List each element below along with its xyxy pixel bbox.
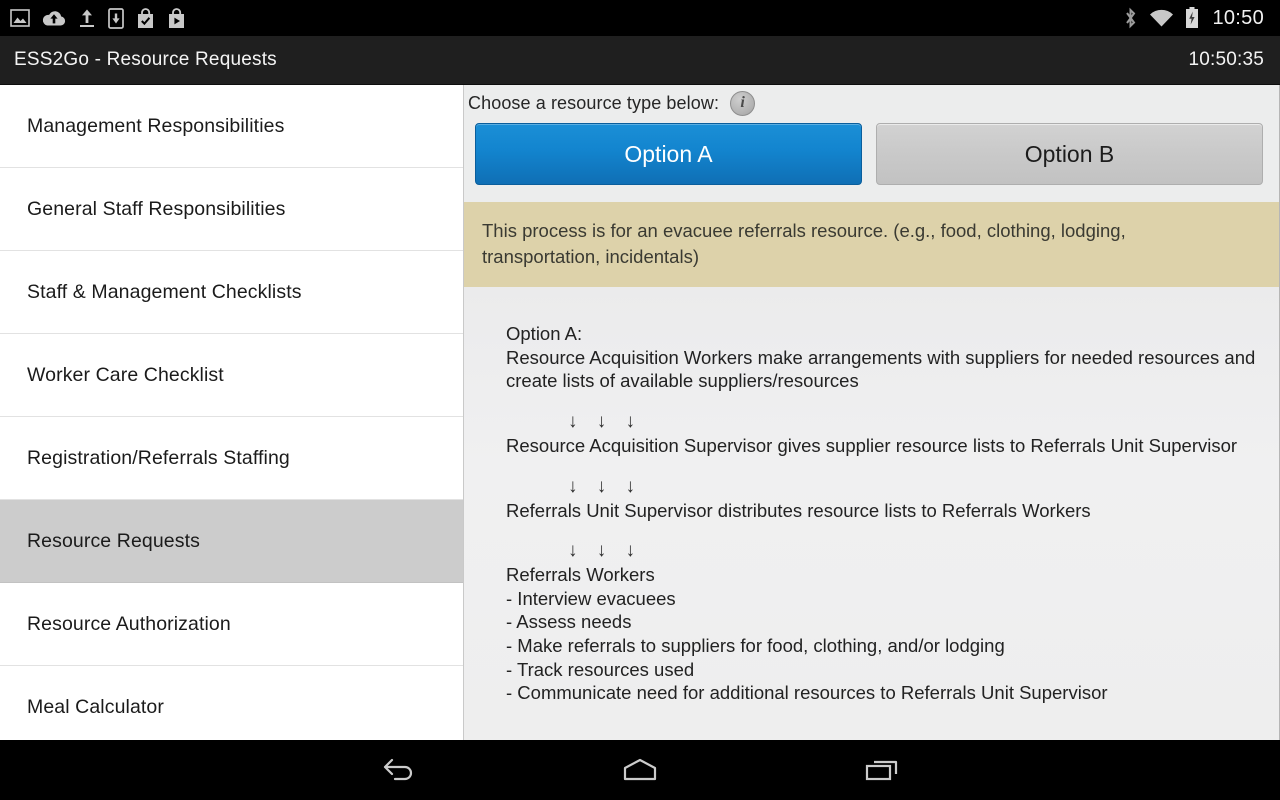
sidebar-item-label: Worker Care Checklist — [27, 363, 224, 386]
flow-step-4-title: Referrals Workers — [506, 564, 655, 586]
bluetooth-icon — [1126, 7, 1136, 29]
flow-step-3: Referrals Unit Supervisor distributes re… — [506, 499, 1091, 521]
chooser-label: Choose a resource type below: — [468, 92, 720, 113]
action-bar-clock: 10:50:35 — [1188, 49, 1264, 70]
cloud-upload-icon — [42, 11, 66, 26]
action-bar: ESS2Go - Resource Requests 10:50:35 — [0, 36, 1280, 85]
info-icon[interactable]: i — [730, 90, 756, 116]
store-play-icon — [169, 7, 184, 28]
status-notification-icons — [10, 7, 186, 29]
down-arrows-icon-1: ↓ ↓ ↓ — [568, 411, 643, 433]
recents-icon — [865, 760, 898, 781]
sidebar-item-registration-referrals-staffing[interactable]: Registration/Referrals Staffing — [0, 417, 463, 500]
battery-charging-icon — [1186, 7, 1199, 28]
flow-step-4-bullet: - Make referrals to suppliers for food, … — [506, 635, 1005, 657]
down-arrows-icon-2: ↓ ↓ ↓ — [568, 475, 643, 497]
back-button[interactable] — [362, 746, 434, 794]
sidebar-item-label: Management Responsibilities — [27, 114, 285, 137]
sidebar-item-label: General Staff Responsibilities — [27, 197, 286, 220]
sidebar-item-resource-authorization[interactable]: Resource Authorization — [0, 583, 463, 666]
chooser-row: Choose a resource type below: i — [464, 85, 1279, 121]
home-button[interactable] — [604, 746, 676, 794]
sidebar-item-management-responsibilities[interactable]: Management Responsibilities — [0, 85, 463, 168]
android-screen: 10:50 ESS2Go - Resource Requests 10:50:3… — [0, 0, 1280, 800]
sidebar-item-staff-management-checklists[interactable]: Staff & Management Checklists — [0, 251, 463, 334]
sidebar-item-general-staff-responsibilities[interactable]: General Staff Responsibilities — [0, 168, 463, 251]
down-arrows-icon-3: ↓ ↓ ↓ — [568, 540, 643, 562]
main-content: Management Responsibilities General Staf… — [0, 85, 1280, 740]
info-banner: This process is for an evacuee referrals… — [464, 202, 1279, 288]
flow-step-2: Resource Acquisition Supervisor gives su… — [506, 434, 1238, 456]
sidebar-item-label: Meal Calculator — [27, 695, 164, 718]
resource-type-toggle-group: Option A Option B — [464, 123, 1279, 185]
process-description: Option A: Resource Acquisition Workers m… — [464, 287, 1279, 740]
sidebar-item-label: Staff & Management Checklists — [27, 280, 302, 303]
detail-panel: Choose a resource type below: i Option A… — [464, 85, 1280, 740]
sidebar-item-label: Registration/Referrals Staffing — [27, 446, 290, 469]
wifi-icon — [1150, 9, 1174, 27]
flow-step-1: Resource Acquisition Workers make arrang… — [506, 346, 1256, 392]
page-title: ESS2Go - Resource Requests — [14, 49, 277, 70]
flow-step-4-bullet: - Track resources used — [506, 658, 695, 680]
flow-step-4-bullet: - Assess needs — [506, 611, 632, 633]
upload-icon — [80, 9, 94, 27]
sidebar-item-resource-requests[interactable]: Resource Requests — [0, 500, 463, 583]
sidebar-item-meal-calculator[interactable]: Meal Calculator — [0, 666, 463, 740]
sidebar-item-label: Resource Requests — [27, 529, 200, 552]
flow-step-4-bullet: - Interview evacuees — [506, 587, 676, 609]
sidebar-item-worker-care-checklist[interactable]: Worker Care Checklist — [0, 334, 463, 417]
flow-step-4-bullet: - Communicate need for additional resour… — [506, 682, 1108, 704]
recents-button[interactable] — [846, 746, 918, 794]
option-b-button[interactable]: Option B — [876, 123, 1263, 185]
info-banner-text: This process is for an evacuee referrals… — [482, 220, 1126, 267]
sidebar-nav-list[interactable]: Management Responsibilities General Staf… — [0, 85, 464, 740]
option-a-button[interactable]: Option A — [475, 123, 862, 185]
download-to-device-icon — [108, 7, 124, 29]
back-arrow-icon — [383, 758, 413, 781]
photo-icon — [10, 9, 30, 27]
store-checkmark-icon — [138, 7, 153, 28]
status-bar-clock: 10:50 — [1212, 7, 1264, 29]
flow-heading: Option A: — [506, 323, 583, 345]
android-navigation-bar — [0, 740, 1280, 800]
sidebar-item-label: Resource Authorization — [27, 612, 231, 635]
home-icon — [623, 758, 657, 781]
status-bar: 10:50 — [0, 0, 1280, 36]
status-system-icons: 10:50 — [1123, 7, 1270, 29]
